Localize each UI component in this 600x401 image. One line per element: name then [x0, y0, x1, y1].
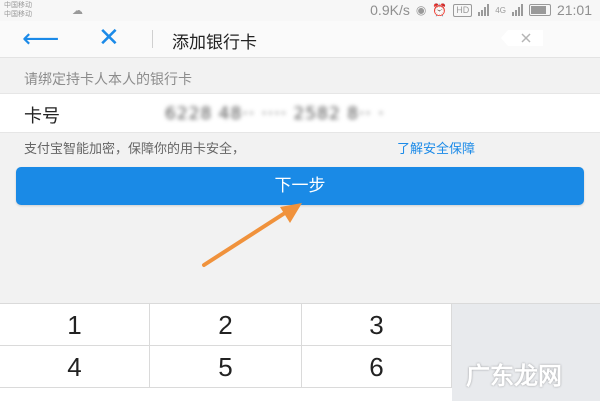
network-type: 4G — [495, 5, 506, 15]
key-5[interactable]: 5 — [150, 346, 302, 388]
close-icon[interactable]: ✕ — [98, 25, 120, 51]
status-bar: 中国移动 中国移动 ☁ 0.9K/s ◉ ⏰ HD 4G 21:01 — [0, 0, 600, 21]
backspace-icon[interactable] — [500, 29, 544, 47]
network-speed: 0.9K/s — [370, 2, 410, 18]
wifi-icon: ◉ — [415, 3, 427, 17]
security-text: 支付宝智能加密，保障你的用卡安全， — [24, 142, 246, 157]
annotation-arrow-icon — [202, 203, 302, 267]
alarm-icon: ⏰ — [432, 3, 448, 17]
key-2[interactable]: 2 — [150, 304, 302, 346]
bind-hint: 请绑定持卡人本人的银行卡 — [24, 72, 192, 88]
card-number-label: 卡号 — [24, 106, 60, 127]
page-title: 添加银行卡 — [172, 33, 257, 53]
hd-badge: HD — [453, 3, 473, 17]
card-number-row[interactable]: 卡号 6228 48·· ···· 2582 8·· · — [0, 93, 600, 133]
clock: 21:01 — [556, 2, 592, 18]
watermark-text: 广东龙网 — [466, 361, 562, 390]
cloud-icon: ☁ — [72, 4, 83, 17]
status-right: 0.9K/s ◉ ⏰ HD 4G 21:01 — [370, 2, 592, 18]
security-link[interactable]: 了解安全保障 — [397, 138, 475, 157]
back-arrow-icon[interactable]: ⟵ — [22, 26, 59, 52]
signal-icon-2 — [511, 4, 523, 16]
key-3[interactable]: 3 — [302, 304, 452, 346]
nav-divider — [152, 30, 153, 48]
carrier-info: 中国移动 中国移动 — [4, 1, 32, 19]
card-number-input[interactable]: 6228 48·· ···· 2582 8·· · — [165, 104, 385, 124]
battery-icon — [528, 4, 551, 16]
key-4[interactable]: 4 — [0, 346, 150, 388]
key-1[interactable]: 1 — [0, 304, 150, 346]
signal-icon — [478, 4, 490, 16]
key-6[interactable]: 6 — [302, 346, 452, 388]
carrier-2: 中国移动 — [4, 10, 32, 18]
carrier-1: 中国移动 — [4, 1, 32, 9]
